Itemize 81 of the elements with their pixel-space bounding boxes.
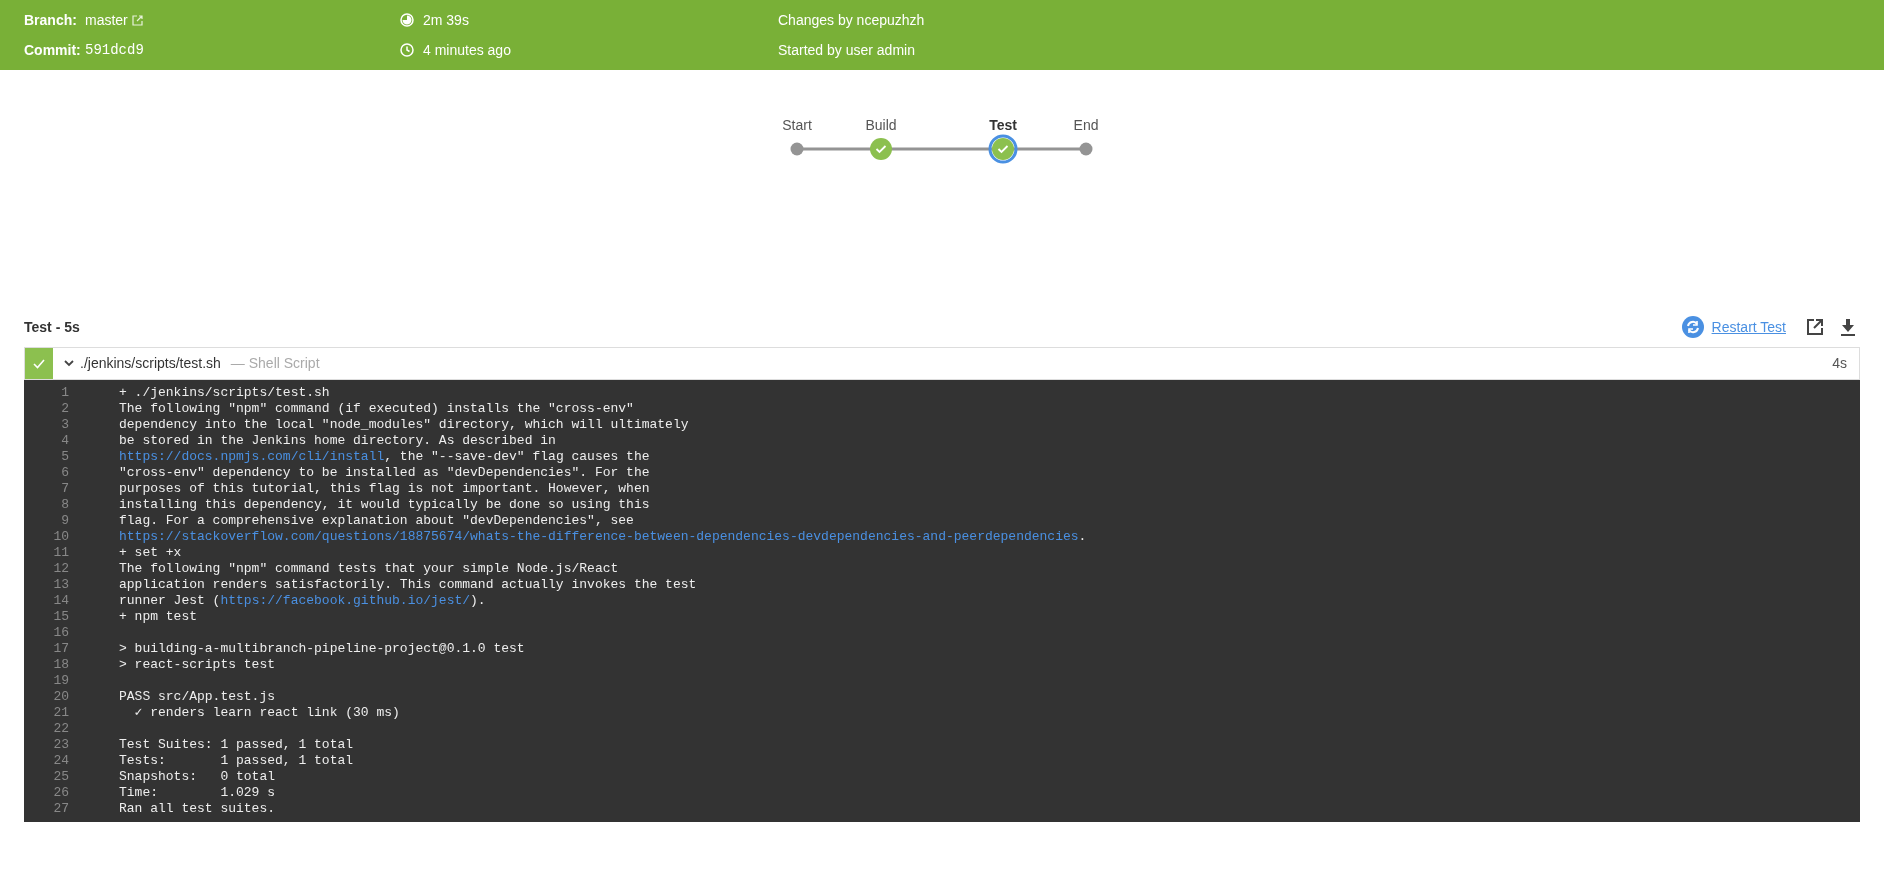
restart-icon [1681,316,1704,338]
line-number: 6 [60,465,69,481]
commit-hash[interactable]: 591dcd9 [85,39,144,61]
log-link[interactable]: https://docs.npmjs.com/cli/install [119,449,385,464]
log-line: https://docs.npmjs.com/cli/install, the "--save-dev" flag causes the [119,449,650,465]
log-line: > react-scripts test [119,657,276,673]
stage-label[interactable]: Build [865,115,897,136]
line-number: 18 [52,657,69,673]
log-line: + set +x [119,545,182,561]
log-line: The following "npm" command tests that your simple Node.js/React [119,561,619,577]
line-number: 23 [52,737,69,753]
line-number: 5 [60,449,69,465]
clock-icon [400,43,414,57]
log-line: application renders satisfactorily. This command actually invokes the test [119,577,697,593]
pie-clock-icon [400,13,414,27]
line-number: 22 [52,721,69,737]
line-number: 8 [60,497,69,513]
line-number: 25 [52,769,69,785]
restart-link[interactable]: Restart Test [1681,316,1786,338]
line-number: 4 [60,433,69,449]
log-link[interactable]: https://stackoverflow.com/questions/18875674/whats-the-difference-between-dependencies-devdependencies-and-peerdependencies [119,529,1079,544]
log-line: flag. For a comprehensive explanation about "devDependencies", see [119,513,634,529]
external-link-icon [131,14,143,26]
line-number: 9 [60,513,69,529]
field-value: Changes by ncepuzhzh [778,10,925,30]
line-number: 10 [52,529,69,545]
log-line: ✓ renders learn react link (30 ms) [133,705,400,721]
line-number: 26 [52,785,69,801]
line-number: 11 [52,545,69,561]
line-number: 19 [52,673,69,689]
log-line: "cross-env" dependency to be installed as "devDependencies". For the [119,465,650,481]
line-number: 21 [52,705,69,721]
line-number: 27 [52,801,69,817]
log-line: + npm test [119,609,197,625]
log-line: Test Suites: 1 passed, 1 total [119,737,354,753]
line-number: 7 [60,481,69,497]
line-number: 3 [60,417,69,433]
line-number: 13 [52,577,69,593]
line-number: 24 [52,753,69,769]
log-line: PASS src/App.test.js [119,689,276,705]
field-value: 4 minutes ago [423,40,511,60]
line-number: 12 [52,561,69,577]
branch-link[interactable]: master [85,9,143,31]
log-line: runner Jest (https://facebook.github.io/jest/). [119,593,486,609]
stage-title: Test - 5s [24,317,80,337]
log-line: Snapshots: 0 total [119,769,276,785]
step-name[interactable]: ./jenkins/scripts/test.sh [80,353,221,374]
log-line: https://stackoverflow.com/questions/18875674/whats-the-difference-between-dependencies-devdependencies-and-peerdependencies. [119,529,1087,545]
line-number: 16 [52,625,69,641]
log-line: be stored in the Jenkins home directory. As described in [119,433,556,449]
log-line: Tests: 1 passed, 1 total [119,753,354,769]
field-label: Branch: [24,10,78,30]
line-number: 17 [52,641,69,657]
line-number: 20 [52,689,69,705]
stage-success-node[interactable] [870,138,892,160]
log-line: Time: 1.029 s [119,785,276,801]
log-line: purposes of this tutorial, this flag is not important. However, when [119,481,650,497]
log-line: + ./jenkins/scripts/test.sh [119,385,330,401]
line-number: 2 [60,401,69,417]
step-type: — Shell Script [230,354,320,373]
line-number: 1 [60,385,69,401]
chevron-icon[interactable] [64,360,74,367]
check-icon [33,358,45,369]
log-link[interactable]: https://facebook.github.io/jest/ [220,593,471,608]
log-line: dependency into the local "node_modules" directory, which will ultimately [119,417,689,433]
field-value: 2m 39s [423,10,469,30]
log-line: Ran all test suites. [119,801,276,817]
log-line: > building-a-multibranch-pipeline-project@0.1.0 test [119,641,525,657]
stage-label[interactable]: Start [782,115,812,136]
line-number: 15 [52,609,69,625]
open-in-new-icon[interactable] [1806,318,1824,336]
download-icon[interactable] [1840,318,1856,336]
log-line: The following "npm" command (if executed) installs the "cross-env" [119,401,634,417]
log-line: installing this dependency, it would typically be done so using this [119,497,650,513]
line-number: 14 [52,593,69,609]
step-duration: 4s [1832,354,1847,373]
field-value: Started by user admin [778,40,915,60]
field-label: Commit: [24,40,82,60]
stage-success-node[interactable] [988,134,1018,164]
stage-label[interactable]: Test [989,115,1017,136]
stage-label[interactable]: End [1073,115,1099,136]
